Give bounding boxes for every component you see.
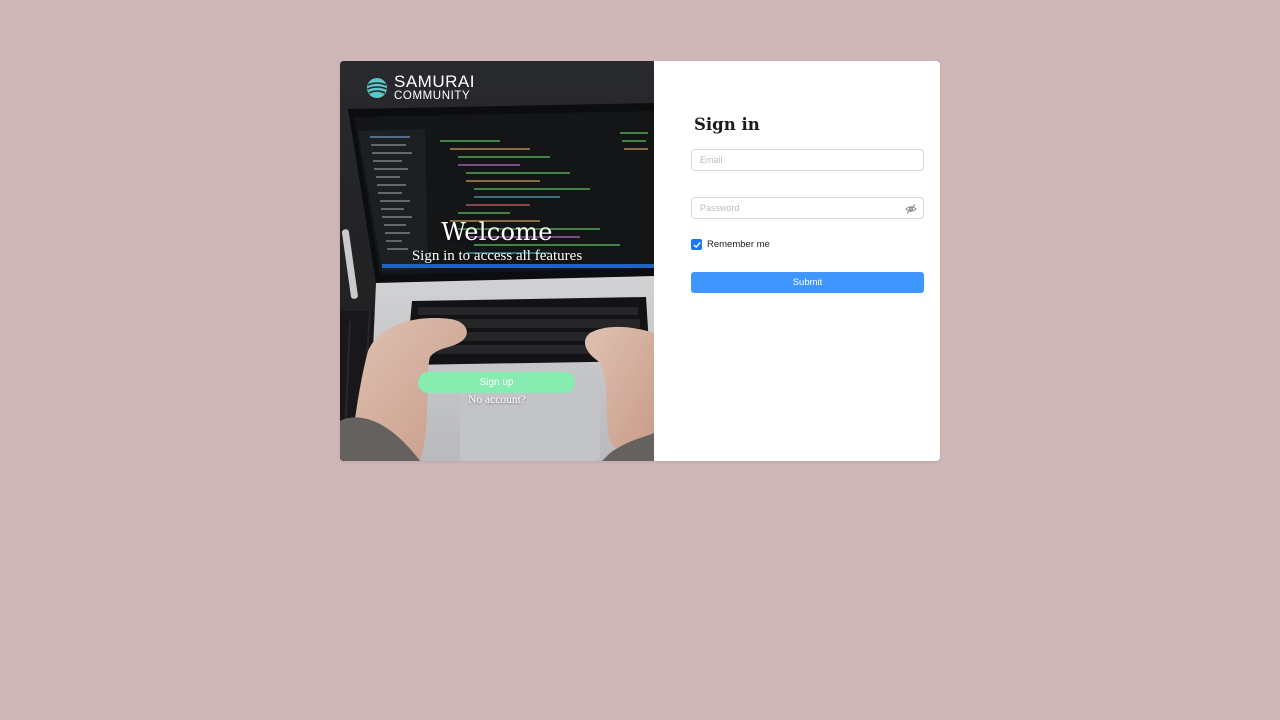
brand-name-line2: COMMUNITY — [394, 90, 471, 102]
auth-card: SAMURAI COMMUNITY Welcome Sign in to acc… — [340, 61, 940, 461]
sign-up-button[interactable]: Sign up — [418, 372, 575, 393]
welcome-heading: Welcome — [441, 218, 553, 246]
email-field — [691, 149, 924, 171]
no-account-text: No account? — [468, 394, 526, 406]
remember-me-label[interactable]: Remember me — [707, 239, 770, 250]
password-field — [691, 197, 924, 219]
submit-button[interactable]: Submit — [691, 272, 924, 293]
password-input[interactable] — [692, 198, 923, 218]
check-icon — [693, 241, 701, 248]
sign-in-form: Sign in Remember me Submit — [654, 61, 940, 461]
hero-panel: SAMURAI COMMUNITY Welcome Sign in to acc… — [340, 61, 654, 461]
remember-me-row: Remember me — [691, 239, 770, 250]
eye-slash-icon[interactable] — [905, 203, 917, 215]
remember-me-checkbox[interactable] — [691, 239, 702, 250]
form-title: Sign in — [694, 115, 760, 134]
brand-logo: SAMURAI COMMUNITY — [366, 73, 475, 103]
globe-icon — [367, 77, 387, 98]
welcome-subtitle: Sign in to access all features — [411, 248, 583, 264]
brand-name-line1: SAMURAI — [394, 72, 475, 91]
email-input[interactable] — [692, 150, 923, 170]
brand-name: SAMURAI COMMUNITY — [394, 73, 475, 103]
